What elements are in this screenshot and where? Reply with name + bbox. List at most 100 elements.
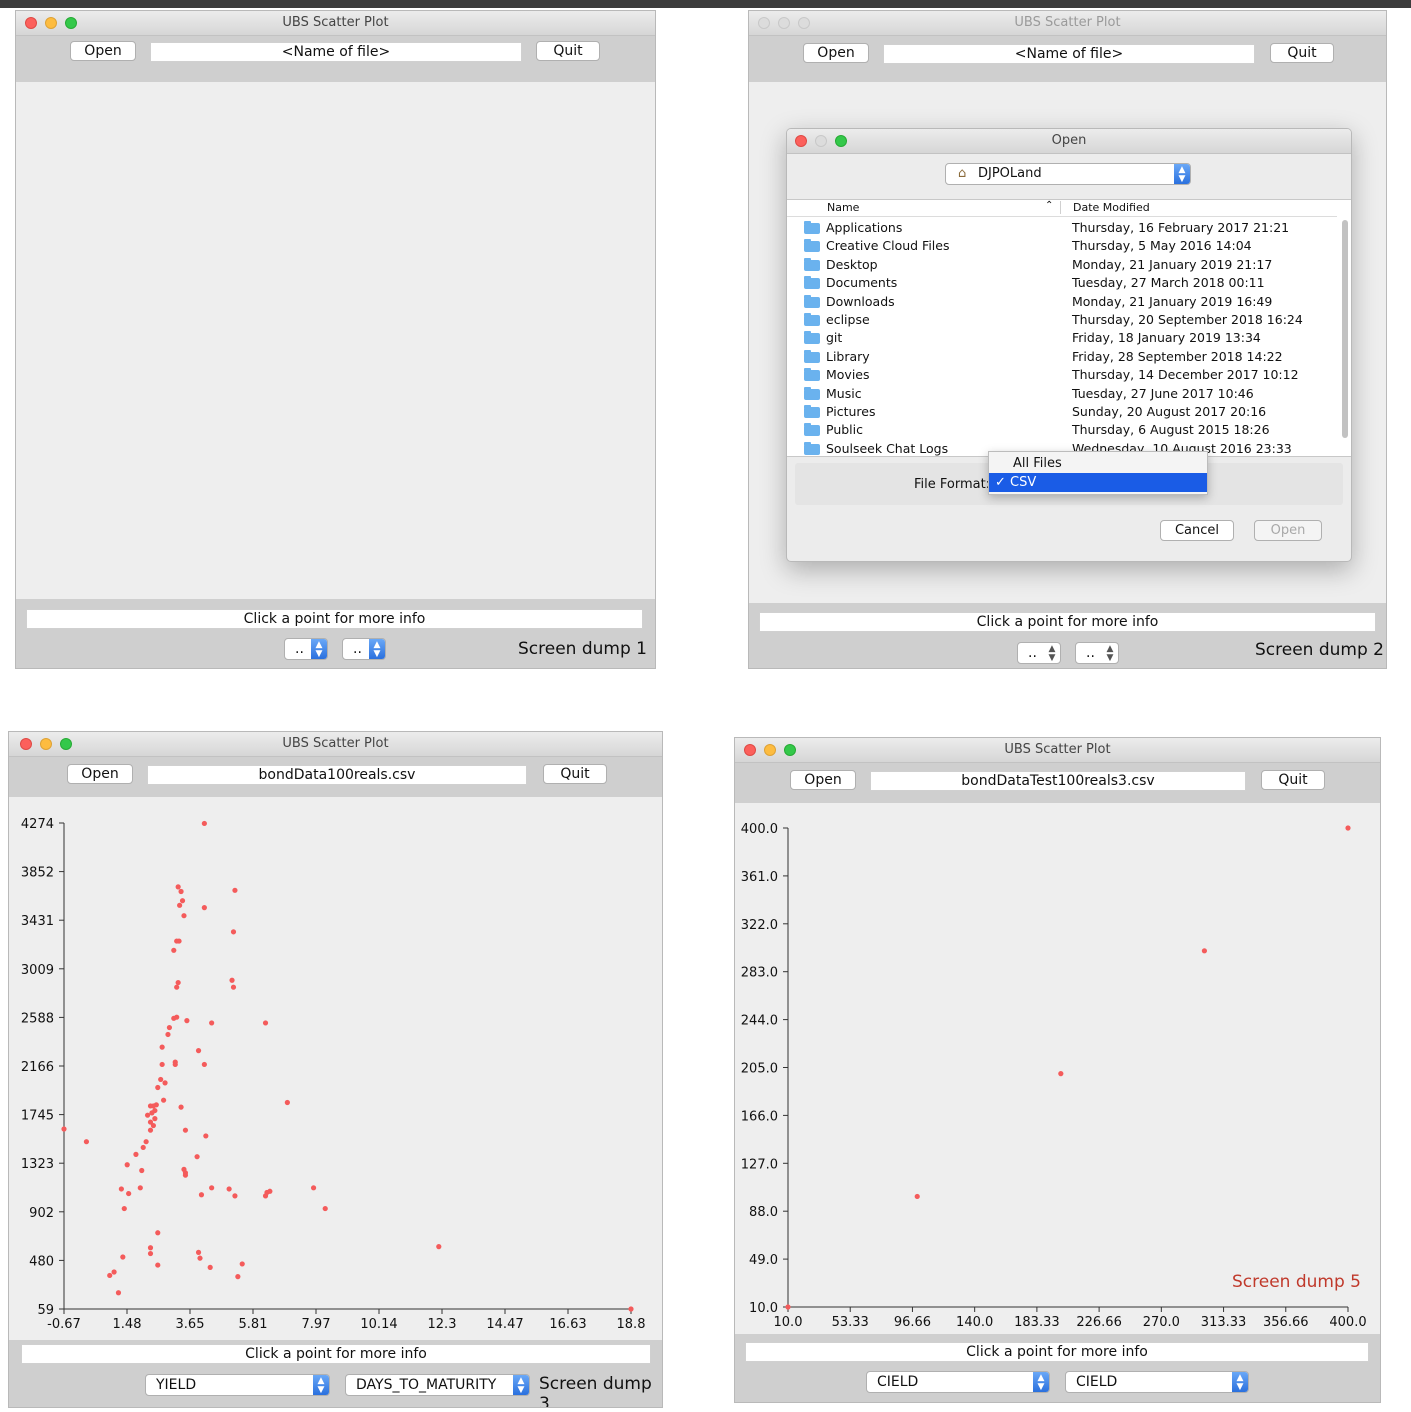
cancel-button[interactable]: Cancel [1160,520,1234,541]
data-point[interactable] [194,1154,200,1160]
data-point[interactable] [140,1144,146,1151]
data-point[interactable] [232,1193,238,1199]
scrollbar-thumb[interactable] [1342,220,1348,438]
data-point[interactable] [226,1186,232,1192]
data-point[interactable] [284,1099,290,1106]
open-file-button[interactable]: Open [1254,520,1322,541]
scatter-chart-cield[interactable]: 10.0 49.0 88.0 127.0 166.0 205.0 244.0 283.0 322… [735,803,1381,1334]
data-point[interactable] [178,1104,184,1110]
data-point[interactable] [239,1261,245,1267]
file-list-item[interactable]: Documents Tuesday, 27 March 2018 00:11 [787,274,1337,292]
data-point[interactable] [198,1192,205,1198]
data-point[interactable] [121,1205,127,1212]
data-point[interactable] [267,1188,273,1194]
data-point[interactable] [178,888,184,895]
data-point[interactable] [628,1306,634,1312]
file-list-item[interactable]: Movies Thursday, 14 December 2017 10:12 [787,366,1337,384]
data-point[interactable] [179,898,186,904]
data-point[interactable] [124,1162,130,1168]
x-axis-select[interactable]: CIELD ▲ ▼ [866,1371,1050,1393]
data-point[interactable] [115,1290,122,1296]
data-point[interactable] [139,1167,145,1174]
data-point[interactable] [147,1103,154,1109]
file-list-item[interactable]: Desktop Monday, 21 January 2019 21:17 [787,256,1337,274]
open-button[interactable]: Open [790,770,856,790]
data-point[interactable] [155,1230,161,1236]
data-point[interactable] [203,1133,209,1139]
data-point[interactable] [174,984,180,990]
data-point[interactable] [162,1080,168,1086]
data-point[interactable] [175,979,181,986]
data-point[interactable] [177,902,183,908]
data-point[interactable] [144,1112,151,1118]
data-point[interactable] [174,938,180,944]
file-format-menu[interactable]: All Files ✓ CSV [988,451,1208,495]
data-point[interactable] [152,1116,158,1122]
data-point[interactable] [209,1185,215,1191]
data-point[interactable] [207,1264,213,1270]
plot-area[interactable]: 59 480 902 1323 1745 2166 2588 3009 3431 3852 4274… [9,797,663,1340]
data-point[interactable] [195,1048,202,1054]
format-option-all-files[interactable]: All Files [989,454,1207,473]
data-point[interactable] [155,1084,161,1091]
data-point[interactable] [126,1190,132,1197]
file-list-item[interactable]: Applications Thursday, 16 February 2017 2… [787,219,1337,237]
data-point[interactable] [230,984,237,990]
column-header-name[interactable]: Name [827,201,859,214]
data-point[interactable] [147,1245,154,1251]
data-point[interactable] [107,1272,113,1279]
data-point[interactable] [137,1185,143,1191]
location-select[interactable]: ⌂ DJPOLand ▲ ▼ [945,163,1191,185]
data-point[interactable] [83,1139,90,1145]
data-point[interactable] [175,884,181,890]
data-point[interactable] [201,820,207,827]
file-list-item[interactable]: Downloads Monday, 21 January 2019 16:49 [787,293,1337,311]
data-point[interactable] [232,887,238,893]
data-point[interactable] [914,1193,920,1200]
data-point[interactable] [165,1031,171,1038]
data-point[interactable] [1345,825,1351,831]
data-point[interactable] [230,929,237,935]
data-point[interactable] [262,1020,269,1026]
data-point[interactable] [182,1127,189,1133]
data-point[interactable] [166,1024,173,1031]
data-point[interactable] [322,1205,328,1212]
data-point[interactable] [262,1193,269,1199]
data-point[interactable] [147,1127,154,1133]
open-button[interactable]: Open [70,41,136,61]
quit-button[interactable]: Quit [536,41,600,61]
column-header-date[interactable]: Date Modified [1073,201,1150,214]
data-point[interactable] [171,1015,177,1021]
data-point[interactable] [1201,948,1208,954]
data-point[interactable] [171,947,177,953]
file-list-item[interactable]: Music Tuesday, 27 June 2017 10:46 [787,385,1337,403]
x-axis-select[interactable]: .. ▲ ▼ [1017,642,1061,664]
scatter-chart-yield-vs-days[interactable]: 59 480 902 1323 1745 2166 2588 3009 3431 3852 4274… [9,797,663,1340]
data-point[interactable] [160,1097,167,1103]
x-axis-select[interactable]: .. ▲ ▼ [284,638,328,660]
data-point[interactable] [195,1249,202,1255]
data-point[interactable] [155,1262,161,1268]
file-list-item[interactable]: Public Thursday, 6 August 2015 18:26 [787,421,1337,439]
data-point[interactable] [1058,1071,1064,1077]
data-point[interactable] [61,1126,67,1132]
file-list[interactable]: Name ⌃ Date Modified Applications Thursda… [787,199,1351,457]
data-point[interactable] [147,1250,154,1257]
open-button[interactable]: Open [67,764,133,784]
plot-area[interactable]: 10.0 49.0 88.0 127.0 166.0 205.0 244.0 283.0 322… [735,803,1381,1334]
quit-button[interactable]: Quit [1261,770,1325,790]
x-axis-select[interactable]: YIELD ▲ ▼ [145,1374,330,1396]
data-point[interactable] [143,1139,149,1145]
format-option-csv[interactable]: ✓ CSV [989,473,1207,492]
data-point[interactable] [197,1255,203,1261]
data-point[interactable] [235,1274,241,1280]
y-axis-select[interactable]: CIELD ▲ ▼ [1065,1371,1249,1393]
y-axis-select[interactable]: .. ▲ ▼ [342,638,386,660]
data-point[interactable] [209,1020,215,1026]
data-point[interactable] [201,905,207,911]
data-point[interactable] [310,1185,317,1191]
data-point[interactable] [201,1061,207,1068]
y-axis-select[interactable]: .. ▲ ▼ [1075,642,1119,664]
data-point[interactable] [184,1018,190,1024]
data-point[interactable] [111,1269,117,1275]
